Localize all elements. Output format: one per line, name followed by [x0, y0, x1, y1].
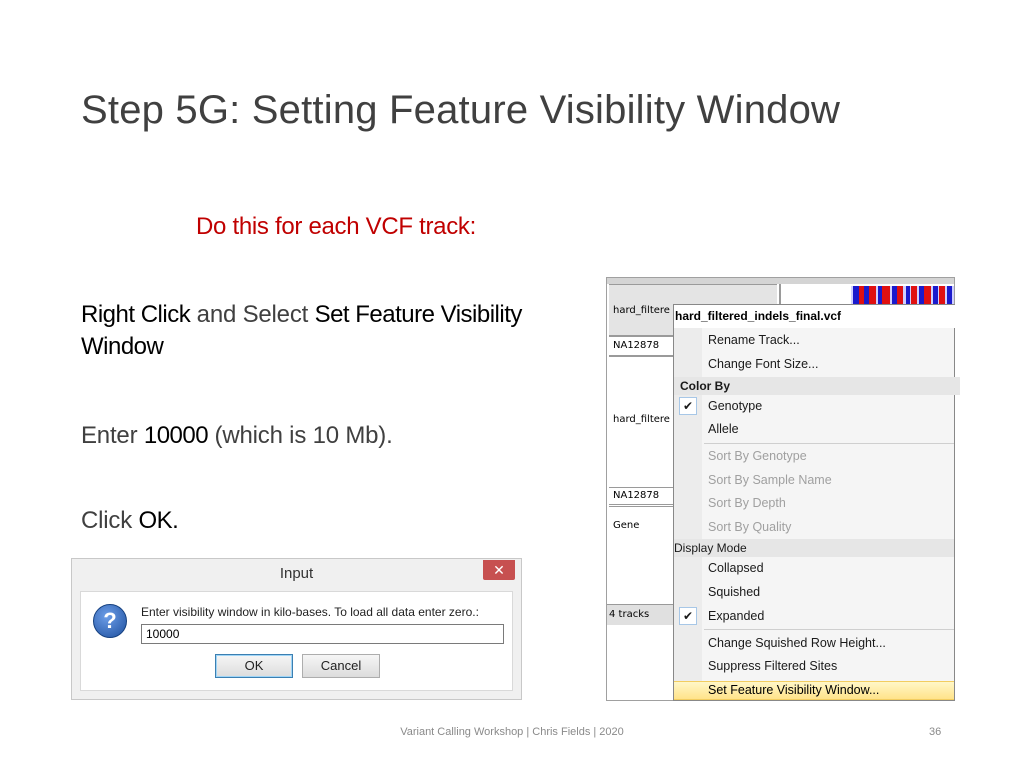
menu-item-change-font-size[interactable]: Change Font Size...	[708, 357, 818, 371]
dialog-titlebar[interactable]: Input ✕	[72, 559, 521, 589]
step-right-click-target-2: Window	[81, 333, 164, 361]
menu-item-expanded[interactable]: Expanded	[708, 609, 764, 623]
panel-divider	[779, 284, 781, 304]
question-icon: ?	[93, 604, 127, 638]
check-icon: ✔	[679, 397, 697, 415]
variant-strip	[851, 286, 954, 304]
input-dialog: Input ✕ ? Enter visibility window in kil…	[71, 558, 522, 700]
step-right-click-mid: and Select	[190, 301, 315, 328]
menu-item-squished[interactable]: Squished	[708, 585, 760, 599]
check-icon: ✔	[679, 607, 697, 625]
slide-subtitle: Do this for each VCF track:	[196, 213, 476, 240]
menu-section-display-mode: Display Mode	[674, 539, 954, 557]
variant-bar	[947, 286, 952, 304]
step-click-pre: Click	[81, 507, 139, 534]
menu-item-sort-by-sample-name[interactable]: Sort By Sample Name	[708, 473, 832, 487]
step-enter-value-em: 10000	[143, 422, 209, 449]
track-name: NA12878	[613, 340, 660, 351]
dialog-prompt: Enter visibility window in kilo-bases. T…	[141, 605, 479, 619]
dialog-body: ? Enter visibility window in kilo-bases.…	[80, 591, 513, 691]
track-name: hard_filtere	[613, 414, 670, 425]
menu-item-change-squished-row-height[interactable]: Change Squished Row Height...	[708, 636, 886, 650]
step-click-ok: Click OK.	[81, 505, 179, 537]
page-number: 36	[929, 726, 942, 738]
menu-separator	[704, 443, 954, 444]
variant-bar	[869, 286, 876, 304]
slide-title: Step 5G: Setting Feature Visibility Wind…	[81, 88, 841, 132]
menu-item-sort-by-genotype[interactable]: Sort By Genotype	[708, 449, 807, 463]
menu-section-color-by: Color By	[674, 377, 960, 395]
track-name: Gene	[613, 520, 640, 531]
variant-bar	[906, 286, 910, 304]
menu-item-sort-by-depth[interactable]: Sort By Depth	[708, 496, 786, 510]
step-right-click-target: Set Feature Visibility	[314, 301, 523, 328]
track-context-menu: hard_filtered_indels_final.vcf Rename Tr…	[673, 304, 960, 701]
slide-footer: Variant Calling Workshop | Chris Fields …	[400, 726, 624, 738]
variant-bar	[939, 286, 945, 304]
variant-bar	[933, 286, 938, 304]
visibility-window-input[interactable]	[141, 624, 504, 644]
variant-bar	[882, 286, 890, 304]
menu-separator	[704, 629, 954, 630]
track-name: hard_filtere	[613, 305, 670, 316]
ok-button[interactable]: OK	[215, 654, 293, 678]
variant-bar	[911, 286, 917, 304]
variant-bar	[897, 286, 903, 304]
step-right-click: Right Click and Select Set Feature Visib…	[81, 299, 522, 364]
track-name: NA12878	[613, 490, 660, 501]
menu-item-set-feature-visibility-window[interactable]: Set Feature Visibility Window...	[708, 683, 879, 697]
dialog-title: Input	[279, 565, 314, 582]
close-icon[interactable]: ✕	[483, 560, 515, 580]
step-enter-value: Enter 10000 (which is 10 Mb).	[81, 420, 393, 452]
step-click-ok-em: OK.	[138, 507, 179, 534]
menu-item-allele[interactable]: Allele	[708, 422, 739, 436]
cancel-button[interactable]: Cancel	[302, 654, 380, 678]
step-right-click-em: Right Click	[81, 301, 191, 328]
menu-header: hard_filtered_indels_final.vcf	[674, 305, 955, 328]
menu-item-rename-track[interactable]: Rename Track...	[708, 333, 800, 347]
variant-bar	[924, 286, 931, 304]
menu-item-sort-by-quality[interactable]: Sort By Quality	[708, 520, 791, 534]
menu-item-genotype[interactable]: Genotype	[708, 399, 762, 413]
menu-item-suppress-filtered-sites[interactable]: Suppress Filtered Sites	[708, 659, 837, 673]
step-enter-post: (which is 10 Mb).	[208, 422, 393, 449]
step-enter-pre: Enter	[81, 422, 144, 449]
track-count: 4 tracks	[609, 609, 650, 620]
menu-item-collapsed[interactable]: Collapsed	[708, 561, 764, 575]
